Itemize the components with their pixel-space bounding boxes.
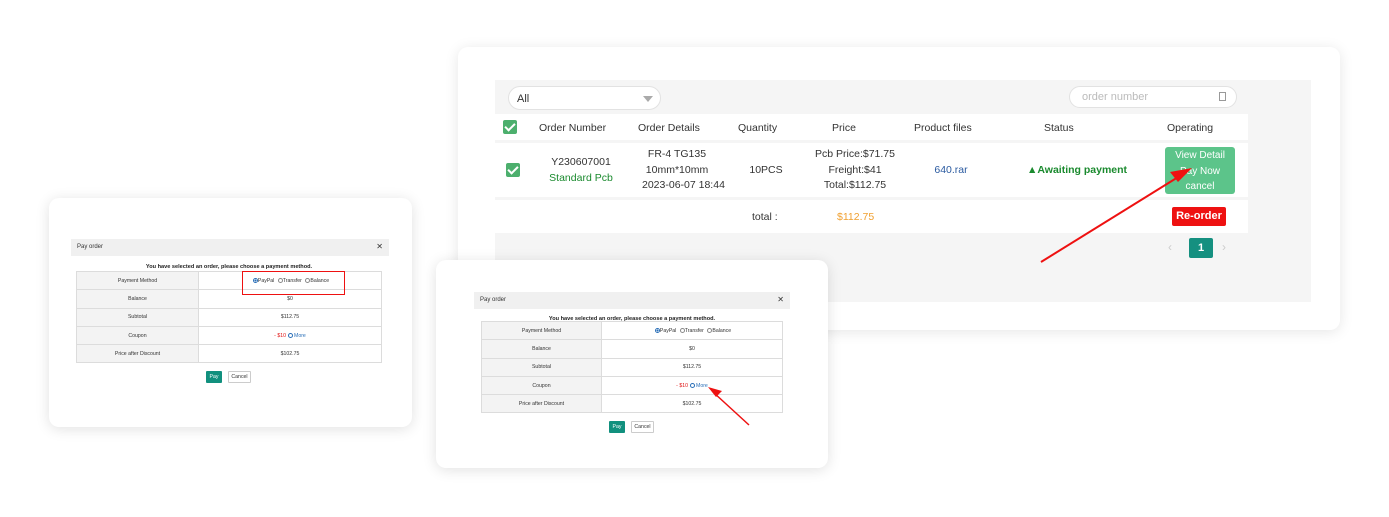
order-number-cell: Y230607001 Standard Pcb xyxy=(547,155,615,186)
balance-value: $0 xyxy=(601,339,783,359)
subtotal-value: $112.75 xyxy=(198,307,382,327)
pay-button[interactable]: Pay xyxy=(609,421,625,433)
quantity-cell: 10PCS xyxy=(749,164,783,176)
subtotal-label: Subtotal xyxy=(76,307,199,327)
coupon-label: Coupon xyxy=(76,325,199,346)
header-price: Price xyxy=(832,122,856,134)
pcb-price: Pcb Price:$71.75 xyxy=(815,148,895,160)
close-icon[interactable]: ✕ xyxy=(376,242,383,251)
price-after-discount-value: $102.75 xyxy=(601,394,783,414)
details-size: 10mm*10mm xyxy=(645,163,709,176)
coupon-cell: - $10 More xyxy=(601,375,783,396)
chevron-down-icon xyxy=(643,96,653,102)
search-icon[interactable] xyxy=(690,382,695,388)
discount-row: Price after Discount $102.75 xyxy=(76,344,382,364)
details-material: FR-4 TG135 xyxy=(647,148,707,160)
status-badge: ▲Awaiting payment xyxy=(1027,164,1128,176)
total-label: total : xyxy=(752,211,778,223)
chevron-right-icon[interactable]: › xyxy=(1222,240,1226,254)
status-filter-select[interactable]: All xyxy=(508,86,661,110)
operating-actions: View Detail Pay Now cancel xyxy=(1165,147,1235,194)
payment-table: Payment Method PayPal Transfer Balance B… xyxy=(481,320,783,414)
total-row: total : $112.75 xyxy=(495,200,1248,233)
cancel-order-link[interactable]: cancel xyxy=(1165,179,1235,195)
coupon-value: - $10 xyxy=(274,332,286,339)
header-order-number: Order Number xyxy=(539,122,607,134)
price-cell: Pcb Price:$71.75 Freight:$41 Total:$112.… xyxy=(813,147,897,194)
order-search-input[interactable]: order number xyxy=(1069,86,1237,108)
search-icon[interactable] xyxy=(1219,92,1226,101)
header-order-details: Order Details xyxy=(638,122,700,134)
coupon-cell: - $10 More xyxy=(198,325,382,346)
search-icon[interactable] xyxy=(288,332,293,338)
coupon-more-link[interactable]: More xyxy=(294,333,306,339)
subtotal-row: Subtotal $112.75 xyxy=(481,357,783,377)
payment-method-label: Payment Method xyxy=(76,270,199,291)
header-status: Status xyxy=(1044,122,1074,134)
pay-dialog-message: You have selected an order, please choos… xyxy=(145,264,313,270)
price-after-discount-label: Price after Discount xyxy=(76,344,199,364)
price-after-discount-label: Price after Discount xyxy=(481,394,602,414)
header-operating: Operating xyxy=(1167,122,1214,134)
pay-now-link[interactable]: Pay Now xyxy=(1165,164,1235,180)
balance-option-label: Balance xyxy=(712,327,732,334)
subtotal-value: $112.75 xyxy=(601,357,783,377)
order-search-placeholder: order number xyxy=(1082,91,1149,103)
coupon-label: Coupon xyxy=(481,375,602,396)
subtotal-label: Subtotal xyxy=(481,357,602,377)
total-price: Total:$112.75 xyxy=(823,179,887,191)
cancel-button[interactable]: Cancel xyxy=(631,421,654,433)
freight-price: Freight:$41 xyxy=(828,163,882,176)
pay-button[interactable]: Pay xyxy=(206,371,222,383)
price-after-discount-value: $102.75 xyxy=(198,344,382,364)
product-file-link[interactable]: 640.rar xyxy=(931,163,971,179)
highlight-box xyxy=(242,271,345,295)
payment-method-label: Payment Method xyxy=(481,320,602,341)
chevron-left-icon[interactable]: ‹ xyxy=(1168,240,1172,254)
cancel-button[interactable]: Cancel xyxy=(228,371,251,383)
status-filter-value: All xyxy=(517,93,530,105)
balance-label: Balance xyxy=(481,339,602,359)
balance-label: Balance xyxy=(76,289,199,309)
order-number: Y230607001 xyxy=(551,156,611,168)
reorder-button[interactable]: Re-order xyxy=(1172,207,1226,226)
subtotal-row: Subtotal $112.75 xyxy=(76,307,382,327)
orders-table-header: Order Number Order Details Quantity Pric… xyxy=(495,114,1248,140)
pay-dialog-title-bar: Pay order ✕ xyxy=(71,239,389,256)
row-checkbox[interactable] xyxy=(506,163,520,177)
close-icon[interactable]: ✕ xyxy=(777,295,784,304)
coupon-more-link[interactable]: More xyxy=(696,383,708,389)
order-details-cell: FR-4 TG135 10mm*10mm 2023-06-07 18:44 xyxy=(635,147,725,194)
pay-dialog-title-bar: Pay order ✕ xyxy=(474,292,790,309)
view-detail-link[interactable]: View Detail xyxy=(1165,148,1235,164)
coupon-value: - $10 xyxy=(676,382,688,389)
discount-row: Price after Discount $102.75 xyxy=(481,394,783,414)
payment-method-options: PayPal Transfer Balance xyxy=(601,320,783,341)
coupon-row: Coupon - $10 More xyxy=(481,375,783,396)
table-row: Y230607001 Standard Pcb FR-4 TG135 10mm*… xyxy=(495,143,1248,197)
paypal-option-label: PayPal xyxy=(659,327,677,334)
transfer-option-label: Transfer xyxy=(684,327,704,334)
page-current[interactable]: 1 xyxy=(1189,238,1213,258)
header-product-files: Product files xyxy=(914,122,972,134)
balance-row: Balance $0 xyxy=(481,339,783,359)
coupon-row: Coupon - $10 More xyxy=(76,325,382,346)
header-quantity: Quantity xyxy=(738,122,778,134)
pay-dialog-title: Pay order xyxy=(77,244,104,250)
payment-method-row: Payment Method PayPal Transfer Balance xyxy=(481,320,783,341)
select-all-checkbox[interactable] xyxy=(503,120,517,134)
pay-dialog-title: Pay order xyxy=(480,297,507,303)
product-type: Standard Pcb xyxy=(549,171,613,184)
total-value: $112.75 xyxy=(837,211,875,223)
details-date: 2023-06-07 18:44 xyxy=(642,179,725,191)
